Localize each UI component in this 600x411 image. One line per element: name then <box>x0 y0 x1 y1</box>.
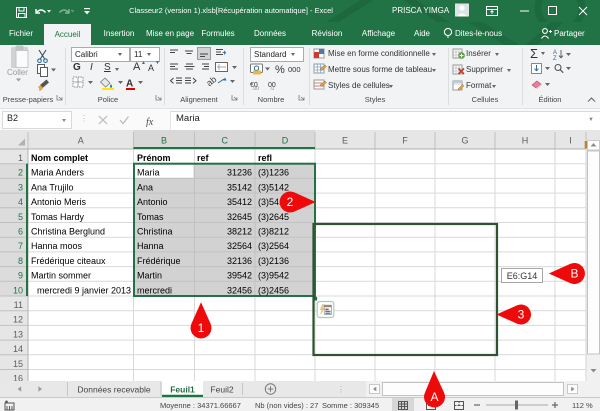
svg-text:refl: refl <box>258 153 272 163</box>
svg-text:B: B <box>570 267 578 281</box>
svg-text:D: D <box>282 136 289 146</box>
svg-text:Données recevable: Données recevable <box>77 385 151 395</box>
svg-text:Tomas Hardy: Tomas Hardy <box>31 212 85 222</box>
svg-text:1: 1 <box>198 321 205 335</box>
svg-text:Nom complet: Nom complet <box>31 153 88 163</box>
svg-text:E: E <box>342 136 348 146</box>
svg-text:A: A <box>430 390 438 404</box>
svg-text:5: 5 <box>18 212 23 222</box>
svg-text:%: % <box>275 64 285 76</box>
svg-text:2: 2 <box>18 168 23 178</box>
svg-text:ab: ab <box>204 74 218 88</box>
svg-text:Hanna: Hanna <box>137 241 164 251</box>
svg-text:4: 4 <box>18 197 23 207</box>
svg-text:Antonio: Antonio <box>137 197 168 207</box>
svg-text:I: I <box>569 136 572 146</box>
svg-text:(3)9542: (3)9542 <box>258 271 289 281</box>
svg-text:8: 8 <box>18 256 23 266</box>
svg-text:Antonio Meris: Antonio Meris <box>31 197 87 207</box>
svg-text:12: 12 <box>13 315 23 325</box>
svg-text:F: F <box>402 136 408 146</box>
svg-text:Christina Berglund: Christina Berglund <box>31 227 105 237</box>
svg-text:35412: 35412 <box>227 197 252 207</box>
svg-text:A: A <box>126 79 133 90</box>
svg-text:mercredi 9 janvier 2013: mercredi 9 janvier 2013 <box>37 285 131 295</box>
svg-text:Frédérique citeaux: Frédérique citeaux <box>31 256 106 266</box>
svg-text:(3)2564: (3)2564 <box>258 241 289 251</box>
svg-text:.00: .00 <box>252 86 259 91</box>
svg-text:39542: 39542 <box>227 271 252 281</box>
svg-text:15: 15 <box>13 359 23 369</box>
svg-text:13: 13 <box>13 329 23 339</box>
svg-text:31236: 31236 <box>227 168 252 178</box>
svg-text:Ana: Ana <box>137 182 153 192</box>
svg-text:G: G <box>461 136 468 146</box>
svg-text:3: 3 <box>18 182 23 192</box>
svg-text:1: 1 <box>18 153 23 163</box>
svg-text:000: 000 <box>288 65 301 74</box>
svg-text:2: 2 <box>287 195 294 209</box>
svg-text:B: B <box>161 136 167 146</box>
svg-text:Christina: Christina <box>137 227 173 237</box>
svg-text:Hanna moos: Hanna moos <box>31 241 83 251</box>
svg-text:A: A <box>78 136 84 146</box>
svg-text:32456: 32456 <box>227 285 252 295</box>
svg-text:Feuil2: Feuil2 <box>210 385 233 395</box>
svg-text:3: 3 <box>518 308 525 322</box>
svg-text:16: 16 <box>13 374 23 382</box>
svg-text:H: H <box>522 136 529 146</box>
svg-text:9: 9 <box>18 271 23 281</box>
svg-text:Martin sommer: Martin sommer <box>31 271 91 281</box>
svg-text:32645: 32645 <box>227 212 252 222</box>
svg-text:.0: .0 <box>270 86 274 91</box>
svg-text:(3)2456: (3)2456 <box>258 285 289 295</box>
svg-text:mercredi: mercredi <box>137 285 172 295</box>
svg-text:ref: ref <box>197 153 210 163</box>
svg-text:Feuil1: Feuil1 <box>170 385 195 395</box>
svg-text:⋮: ⋮ <box>337 385 345 394</box>
svg-text:Maria Anders: Maria Anders <box>31 168 85 178</box>
svg-text:10: 10 <box>13 285 23 295</box>
svg-text:(3)2136: (3)2136 <box>258 256 289 266</box>
svg-text:E6:G14: E6:G14 <box>507 271 538 281</box>
svg-text:(3)2645: (3)2645 <box>258 212 289 222</box>
svg-text:38212: 38212 <box>227 227 252 237</box>
svg-text:7: 7 <box>18 241 23 251</box>
svg-text:32564: 32564 <box>227 241 252 251</box>
svg-text:6: 6 <box>18 227 23 237</box>
svg-text:32136: 32136 <box>227 256 252 266</box>
svg-text:Tomas: Tomas <box>137 212 164 222</box>
svg-text:Ana Trujilo: Ana Trujilo <box>31 182 74 192</box>
svg-text:14: 14 <box>13 344 23 354</box>
svg-text:11: 11 <box>14 300 23 310</box>
svg-text:35142: 35142 <box>227 182 252 192</box>
svg-text:(3)8212: (3)8212 <box>258 227 289 237</box>
svg-text:(3)5142: (3)5142 <box>258 182 289 192</box>
svg-text:fx: fx <box>146 117 154 127</box>
svg-text:C: C <box>222 136 229 146</box>
svg-text:Martin: Martin <box>137 271 162 281</box>
svg-text:Prénom: Prénom <box>137 153 171 163</box>
svg-text:Z: Z <box>553 56 557 60</box>
svg-text:(3)1236: (3)1236 <box>258 168 289 178</box>
svg-text:Maria: Maria <box>137 168 160 178</box>
svg-text:Frédérique: Frédérique <box>137 256 181 266</box>
svg-text:Coller: Coller <box>7 68 28 77</box>
